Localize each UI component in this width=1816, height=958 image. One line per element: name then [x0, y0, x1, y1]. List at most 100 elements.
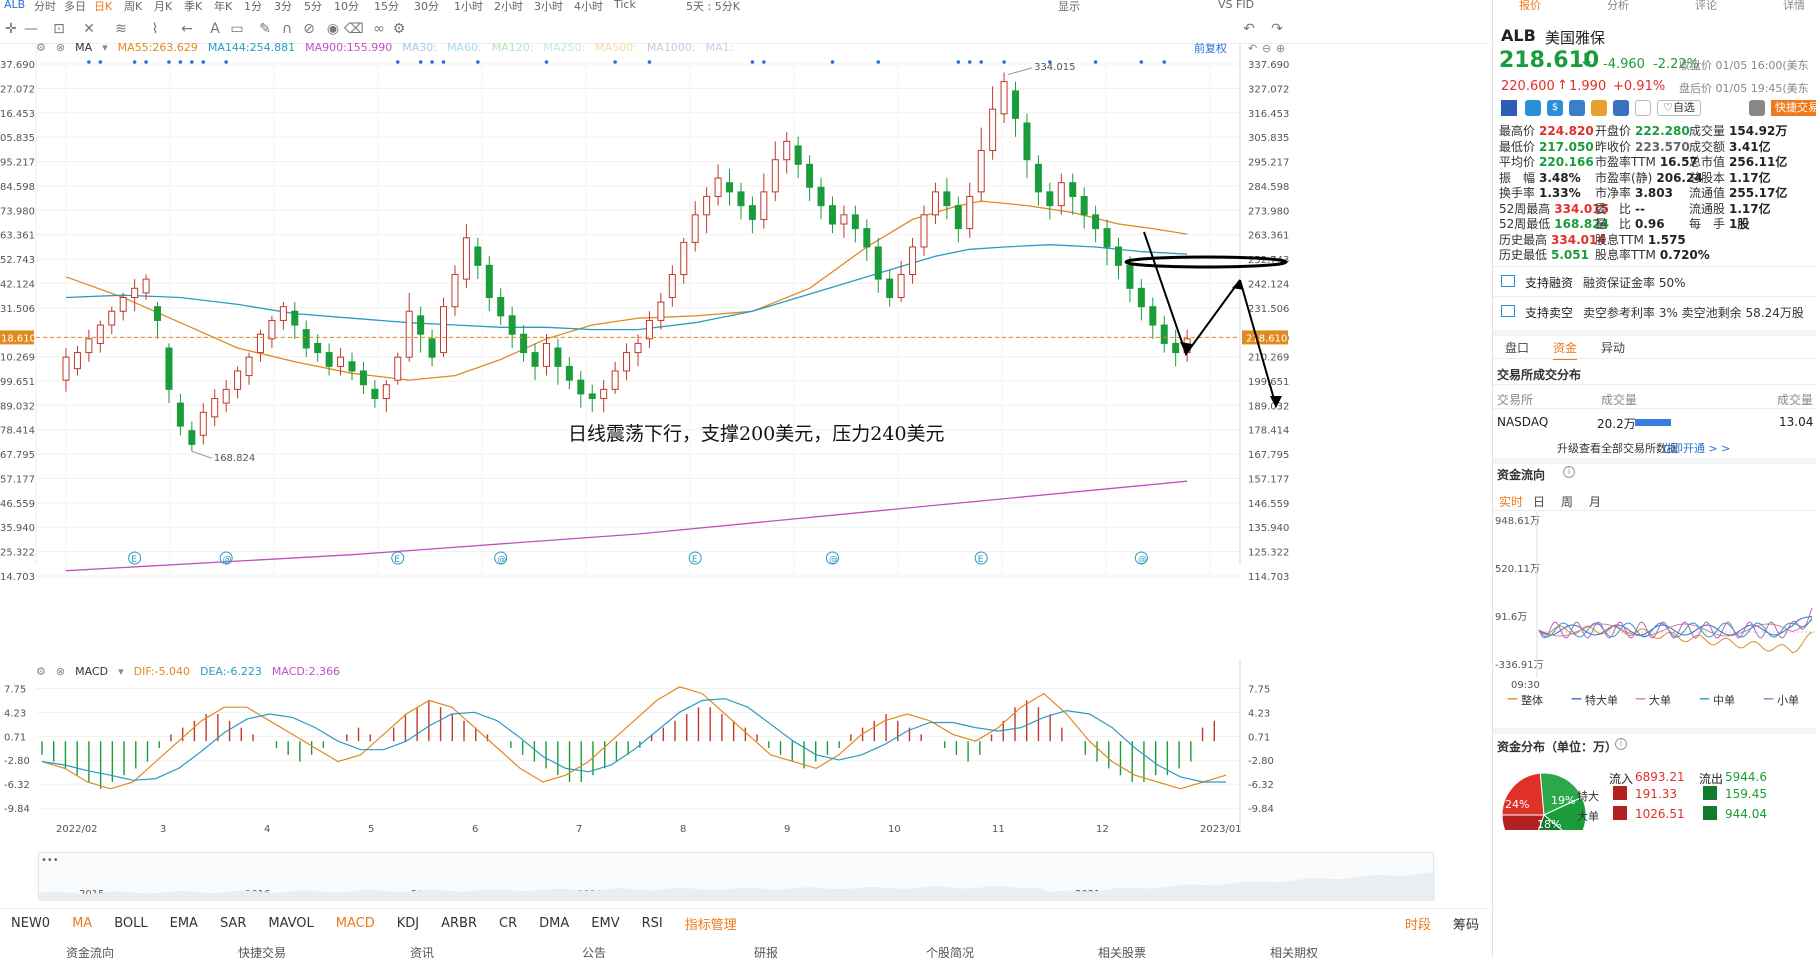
watchlist-button[interactable]: ♡自选 — [1657, 100, 1701, 116]
period-tab[interactable]: 分时 — [34, 0, 56, 12]
eye-icon[interactable]: ◉ — [324, 20, 342, 38]
comment-icon[interactable]: ▭ — [228, 20, 246, 38]
adjust-label[interactable]: 前复权 — [1194, 40, 1227, 56]
settings-icon[interactable]: ⚙ — [36, 665, 46, 678]
period-tab[interactable]: 5分 — [304, 0, 322, 12]
period-tab[interactable]: 月K — [154, 0, 172, 12]
info-icon[interactable]: i — [1615, 738, 1627, 750]
bottom-link[interactable]: 资金流向 — [66, 944, 114, 958]
bubble-icon[interactable] — [1591, 100, 1607, 116]
indicator-tab[interactable]: SAR — [209, 916, 257, 931]
period-tab[interactable]: 15分 — [374, 0, 399, 12]
indicator-tab[interactable]: CR — [488, 916, 528, 931]
link-icon[interactable]: ∞ — [370, 20, 388, 38]
period-tab[interactable]: 1分 — [244, 0, 262, 12]
fib-tool-icon[interactable]: ≋ — [112, 20, 130, 38]
settings-icon[interactable]: ⚙ — [390, 20, 408, 38]
close-icon[interactable]: ⊗ — [56, 665, 65, 678]
timeline-overview[interactable]: •••201520162017201820192020202120222023 — [38, 852, 1439, 901]
indicator-tab[interactable]: MAVOL — [257, 916, 324, 931]
period-tab[interactable]: 10分 — [334, 0, 359, 12]
stat-value: 3.803 — [1635, 186, 1673, 200]
period-tab[interactable]: 5天 : 5分K — [686, 0, 740, 12]
settings-icon[interactable]: ⚙ — [36, 41, 46, 54]
magnet-icon[interactable]: ∩ — [278, 20, 296, 38]
toolbar-right-item[interactable]: VS FID — [1218, 0, 1254, 11]
kline-chart[interactable]: 337.690 37.690 327.072 27.072 316.453 16.453 3… — [0, 41, 1490, 656]
indicator-tab[interactable]: EMV — [580, 916, 630, 931]
indicator-tab[interactable]: NEW0 — [0, 916, 61, 931]
sub-tab[interactable]: 盘口 — [1505, 339, 1529, 356]
indicator-tab[interactable]: KDJ — [386, 916, 430, 931]
period-tab[interactable]: 日K — [94, 0, 112, 12]
lock-icon[interactable]: ⊘ — [300, 20, 318, 38]
sub-tab[interactable]: 异动 — [1601, 339, 1625, 356]
panel-tab[interactable]: 分析 — [1607, 0, 1629, 10]
dollar-icon[interactable]: $ — [1547, 100, 1563, 116]
flow-tab[interactable]: 日 — [1533, 493, 1545, 510]
bottom-link[interactable]: 公告 — [582, 944, 606, 958]
chart-icon[interactable] — [1569, 100, 1585, 116]
bottom-link[interactable]: 相关股票 — [1098, 944, 1146, 958]
runner-icon[interactable] — [1525, 100, 1541, 116]
bottom-link[interactable]: 相关期权 — [1270, 944, 1318, 958]
undo-icon[interactable]: ↶ — [1240, 20, 1258, 38]
cross-tool-icon[interactable]: ✕ — [80, 20, 98, 38]
note-icon[interactable] — [1635, 100, 1651, 116]
trash-icon[interactable]: ⌫ — [344, 20, 364, 38]
indicator-tab[interactable]: BOLL — [103, 916, 158, 931]
panel-tab[interactable]: 报价 — [1519, 0, 1541, 10]
period-tab[interactable]: 4小时 — [574, 0, 603, 12]
flow-tab[interactable]: 周 — [1561, 493, 1573, 510]
bottom-link[interactable]: 资讯 — [410, 944, 434, 958]
indicator-tab[interactable]: ARBR — [430, 916, 488, 931]
indicator-tab[interactable]: RSI — [631, 916, 674, 931]
close-icon[interactable]: ⊗ — [56, 41, 65, 54]
toolbar-right-item[interactable]: 显示 — [1058, 0, 1080, 12]
expand-icon[interactable]: ⌄ — [1643, 252, 1657, 262]
macd-chart[interactable]: 7.75 7.75 4.23 4.23 0.71 0.71 -2.80 -2.80 -6.32 -… — [0, 660, 1490, 852]
indicator-tab[interactable]: EMA — [159, 916, 209, 931]
flow-chart[interactable]: 948.61万 520.11万 91.6万 -336.91万 09:30 — [1493, 512, 1816, 690]
chevron-down-icon[interactable]: ▾ — [118, 665, 124, 678]
text-tool-icon[interactable]: A — [206, 20, 224, 38]
indicator-tab[interactable]: MA — [61, 916, 103, 931]
bottom-link[interactable]: 个股简况 — [926, 944, 974, 958]
period-tab[interactable]: 周K — [124, 0, 142, 12]
period-tab[interactable]: 2小时 — [494, 0, 523, 12]
period-tab[interactable]: 多日 — [64, 0, 86, 12]
bottom-link[interactable]: 研报 — [754, 944, 778, 958]
flag-icon[interactable] — [1501, 100, 1517, 116]
crosshair-icon[interactable]: ✛ — [2, 20, 20, 38]
indicator-tab[interactable]: DMA — [528, 916, 580, 931]
flow-tab[interactable]: 实时 — [1499, 493, 1523, 510]
arrow-left-icon[interactable]: ← — [178, 20, 196, 38]
rect-tool-icon[interactable]: ⊡ — [50, 20, 68, 38]
panel-tab[interactable]: 详情 — [1783, 0, 1805, 10]
period-tab[interactable]: 1小时 — [454, 0, 483, 12]
period-tab[interactable]: Tick — [614, 0, 636, 11]
sub-tab[interactable]: 资金 — [1553, 339, 1578, 360]
chevron-down-icon[interactable]: ▾ — [102, 41, 108, 54]
fast-trade-button[interactable]: 快捷交易 — [1771, 100, 1816, 116]
line-tool-icon[interactable]: — — [22, 20, 40, 38]
pen-icon[interactable]: ✎ — [256, 20, 274, 38]
indicator-tab[interactable]: MACD — [325, 916, 386, 931]
period-tab[interactable]: 3小时 — [534, 0, 563, 12]
period-tab[interactable]: 3分 — [274, 0, 292, 12]
panel-tab[interactable]: 评论 — [1695, 0, 1717, 10]
redo-icon[interactable]: ↷ — [1268, 20, 1286, 38]
wave-tool-icon[interactable]: ⌇ — [146, 20, 164, 38]
bottom-link[interactable]: 快捷交易 — [238, 944, 286, 958]
bottom-right-tab[interactable]: 时段 — [1394, 914, 1442, 933]
period-tab[interactable]: 30分 — [414, 0, 439, 12]
period-tab[interactable]: 季K — [184, 0, 202, 12]
swap-icon[interactable] — [1613, 100, 1629, 116]
flow-tab[interactable]: 月 — [1589, 493, 1601, 510]
bottom-right-tab[interactable]: 筹码 — [1442, 914, 1490, 933]
info-icon[interactable]: i — [1563, 466, 1575, 478]
bell-icon[interactable] — [1749, 100, 1765, 116]
period-tab[interactable]: 年K — [214, 0, 232, 12]
upgrade-link[interactable]: 立即开通 > > — [1661, 440, 1730, 456]
indicator-tab[interactable]: 指标管理 — [674, 914, 748, 933]
